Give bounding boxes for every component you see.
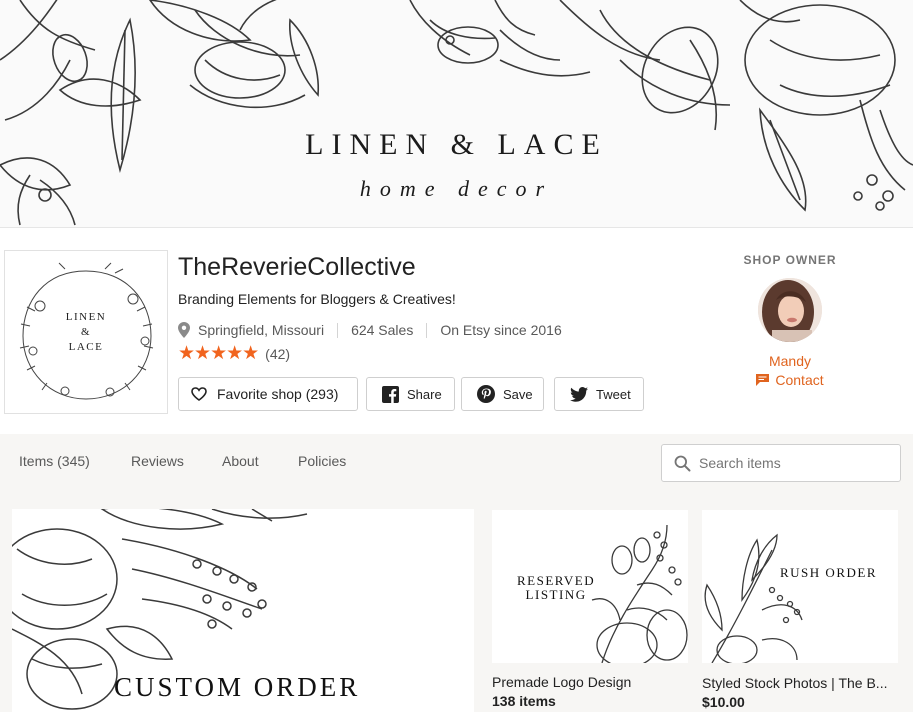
logo-line-1: LINEN [65,311,107,323]
banner-title: LINEN & LACE [305,128,608,161]
listing-image-text: RESERVED LISTING [517,574,595,602]
rating-count: (42) [265,346,291,362]
listing-floral-image [704,533,803,663]
logo-text: LINEN & LACE [5,310,167,355]
divider [337,322,339,338]
shop-sales[interactable]: 624 Sales [351,322,413,338]
logo-line-3: LACE [68,341,104,353]
tab-about[interactable]: About [222,453,259,469]
banner-subtitle: home decor [359,176,554,201]
shop-banner: LINEN & LACE home decor [0,0,913,228]
search-input[interactable] [699,455,889,471]
featured-listing-text: CUSTOM ORDER [114,672,361,702]
logo-line-2: & [80,326,92,338]
listing-card-reserved[interactable]: RESERVED LISTING [492,510,688,663]
tab-reviews[interactable]: Reviews [131,453,184,469]
pinterest-save-button[interactable]: Save [461,377,544,411]
shop-logo[interactable]: LINEN & LACE [4,250,168,414]
heart-icon [191,387,207,401]
shop-location: Springfield, Missouri [198,322,325,338]
facebook-icon [382,385,399,403]
listing-image-line-2: LISTING [525,587,587,602]
owner-name[interactable]: Mandy [740,353,840,369]
pinterest-icon [477,385,495,403]
owner-photo [758,278,822,342]
save-label: Save [503,386,533,402]
listing-image-line-1: RESERVED [517,573,596,588]
shop-since: On Etsy since 2016 [440,322,562,338]
divider [426,322,428,338]
twitter-bird-icon [570,386,588,402]
shop-tagline: Branding Elements for Bloggers & Creativ… [178,291,456,307]
shop-rating[interactable]: ★★★★★ (42) [178,343,291,364]
search-icon [674,455,691,471]
listing-card-rush-order[interactable]: RUSH ORDER [702,510,898,663]
favorite-shop-button[interactable]: Favorite shop (293) [178,377,358,411]
share-button[interactable]: Share [366,377,455,411]
shop-meta: Springfield, Missouri 624 Sales On Etsy … [178,322,562,338]
shop-name: TheReverieCollective [178,253,416,281]
listing-title[interactable]: Styled Stock Photos | The B... [702,675,900,691]
tab-policies[interactable]: Policies [298,453,346,469]
owner-avatar[interactable] [758,278,822,342]
listing-count: 138 items [492,693,556,709]
listing-price: $10.00 [702,694,745,710]
location-pin-icon [178,322,190,338]
message-icon [756,374,770,386]
shop-owner-label: SHOP OWNER [743,253,837,267]
listing-image-text: RUSH ORDER [780,565,877,580]
star-rating-icon: ★★★★★ [178,343,259,364]
search-box[interactable] [661,444,901,482]
tab-items[interactable]: Items (345) [19,453,90,469]
tweet-button[interactable]: Tweet [554,377,644,411]
favorite-shop-label: Favorite shop (293) [217,386,339,402]
contact-label: Contact [775,372,824,388]
share-label: Share [407,386,442,402]
listing-title[interactable]: Premade Logo Design [492,674,688,690]
tweet-label: Tweet [596,386,631,402]
contact-owner-link[interactable]: Contact [740,372,840,388]
